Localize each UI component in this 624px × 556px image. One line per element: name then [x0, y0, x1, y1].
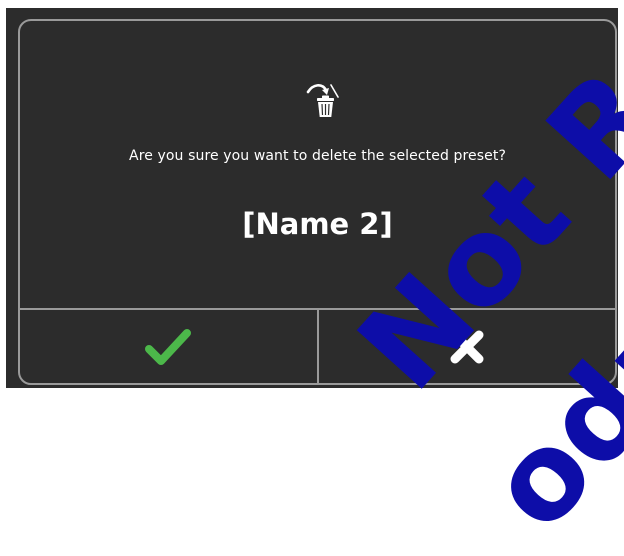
checkmark-icon — [145, 328, 192, 365]
screen: Are you sure you want to delete the sele… — [6, 8, 618, 388]
cross-icon — [450, 330, 484, 363]
dialog-body: Are you sure you want to delete the sele… — [20, 21, 615, 308]
trash-delete-icon — [306, 84, 339, 117]
cancel-delete-button[interactable] — [316, 310, 616, 383]
preset-name: [Name 2] — [242, 207, 393, 241]
delete-preset-dialog: Are you sure you want to delete the sele… — [18, 19, 617, 385]
dialog-button-row — [20, 308, 615, 383]
confirm-delete-button[interactable] — [20, 310, 317, 383]
confirmation-message: Are you sure you want to delete the sele… — [129, 148, 506, 164]
